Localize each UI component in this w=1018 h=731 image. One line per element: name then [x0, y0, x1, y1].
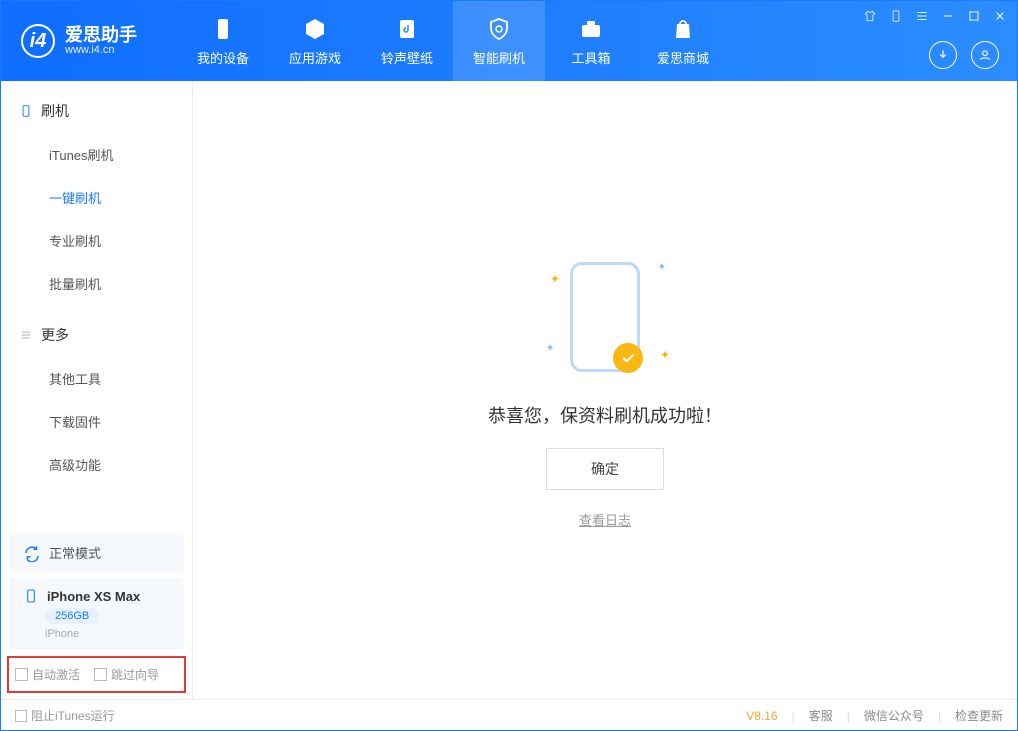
- checkbox-auto-activate[interactable]: 自动激活: [15, 666, 80, 683]
- phone-icon[interactable]: [889, 9, 903, 23]
- app-url: www.i4.cn: [65, 44, 137, 56]
- sidebar-item-advanced[interactable]: 高级功能: [1, 443, 192, 486]
- success-message: 恭喜您，保资料刷机成功啦！: [488, 402, 722, 428]
- version-label: V8.16: [746, 709, 777, 723]
- tab-my-device[interactable]: 我的设备: [177, 1, 269, 81]
- check-badge-icon: [613, 343, 643, 373]
- sidebar-item-other-tools[interactable]: 其他工具: [1, 357, 192, 400]
- sidebar-section-flash: 刷机: [1, 95, 192, 133]
- menu-icon[interactable]: [915, 9, 929, 23]
- logo-icon: i4: [21, 24, 55, 58]
- sidebar-item-itunes-flash[interactable]: iTunes刷机: [1, 133, 192, 176]
- refresh-icon: [23, 544, 41, 562]
- download-icon[interactable]: [929, 41, 957, 69]
- phone-outline-icon: [19, 104, 33, 118]
- list-icon: [19, 328, 33, 342]
- user-icon[interactable]: [971, 41, 999, 69]
- checkbox-skip-guide[interactable]: 跳过向导: [94, 666, 159, 683]
- device-info[interactable]: iPhone XS Max 256GB iPhone: [9, 578, 184, 650]
- maximize-icon[interactable]: [967, 9, 981, 23]
- minimize-icon[interactable]: [941, 9, 955, 23]
- tab-apps-games[interactable]: 应用游戏: [269, 1, 361, 81]
- tab-ringtones-wallpapers[interactable]: 铃声壁纸: [361, 1, 453, 81]
- close-icon[interactable]: [993, 9, 1007, 23]
- mode-status[interactable]: 正常模式: [9, 533, 184, 572]
- tab-store[interactable]: 爱思商城: [637, 1, 729, 81]
- view-log-link[interactable]: 查看日志: [579, 510, 631, 529]
- storage-badge: 256GB: [45, 608, 99, 624]
- tab-toolbox[interactable]: 工具箱: [545, 1, 637, 81]
- footer-link-wechat[interactable]: 微信公众号: [864, 707, 924, 724]
- tab-smart-flash[interactable]: 智能刷机: [453, 1, 545, 81]
- footer-link-support[interactable]: 客服: [809, 707, 833, 724]
- success-illustration: ✦ ✦ ✦ ✦: [540, 252, 670, 382]
- sidebar-section-more: 更多: [1, 319, 192, 357]
- shield-refresh-icon: [486, 16, 512, 42]
- sidebar: 刷机 iTunes刷机 一键刷机 专业刷机 批量刷机 更多 其他工具 下载固件 …: [1, 81, 193, 699]
- shirt-icon[interactable]: [863, 9, 877, 23]
- music-file-icon: [394, 16, 420, 42]
- footer-link-check-update[interactable]: 检查更新: [955, 707, 1003, 724]
- footer: 阻止iTunes运行 V8.16 | 客服 | 微信公众号 | 检查更新: [1, 699, 1017, 731]
- cube-icon: [302, 16, 328, 42]
- toolbox-icon: [578, 16, 604, 42]
- app-name: 爱思助手: [65, 26, 137, 44]
- phone-device-icon: [23, 588, 39, 604]
- sidebar-item-download-firmware[interactable]: 下载固件: [1, 400, 192, 443]
- device-icon: [210, 16, 236, 42]
- sidebar-item-batch-flash[interactable]: 批量刷机: [1, 262, 192, 305]
- logo[interactable]: i4 爱思助手 www.i4.cn: [1, 24, 157, 58]
- sidebar-item-pro-flash[interactable]: 专业刷机: [1, 219, 192, 262]
- header: i4 爱思助手 www.i4.cn 我的设备 应用游戏 铃声壁纸 智能刷机 工具…: [1, 1, 1017, 81]
- shopping-bag-icon: [670, 16, 696, 42]
- highlighted-options: 自动激活 跳过向导: [7, 656, 186, 693]
- sidebar-item-oneclick-flash[interactable]: 一键刷机: [1, 176, 192, 219]
- device-type: iPhone: [45, 628, 79, 640]
- checkbox-block-itunes[interactable]: 阻止iTunes运行: [15, 707, 115, 724]
- main-content: ✦ ✦ ✦ ✦ 恭喜您，保资料刷机成功啦！ 确定 查看日志: [193, 81, 1017, 699]
- ok-button[interactable]: 确定: [546, 448, 664, 490]
